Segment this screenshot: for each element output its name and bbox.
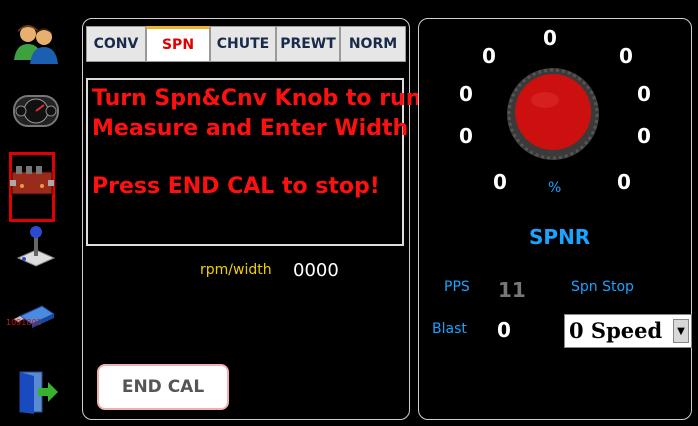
instruction-line-2: Measure and Enter Width [92, 116, 409, 141]
exit-door-icon[interactable] [12, 368, 60, 416]
chevron-down-icon[interactable]: ▼ [673, 319, 689, 343]
tab-spn[interactable]: SPN [146, 26, 210, 62]
blast-label: Blast [432, 321, 467, 337]
dial-mark-9: 0 [617, 170, 631, 194]
rpm-width-value: 0000 [293, 260, 339, 281]
rpm-width-label: rpm/width [200, 262, 272, 278]
valve-block-icon[interactable] [8, 158, 56, 206]
blast-value: 0 [497, 318, 511, 342]
dial-mark-8: 0 [493, 170, 507, 194]
dial-mark-5: 0 [637, 82, 651, 106]
dial-mark-1: 0 [482, 44, 496, 68]
pps-value: 11 [498, 278, 526, 302]
tab-chute[interactable]: CHUTE [210, 26, 276, 62]
tab-bar: CONV SPN CHUTE PREWT NORM [86, 26, 406, 62]
dial-unit: % [548, 180, 562, 196]
tab-norm[interactable]: NORM [340, 26, 406, 62]
speedometer-icon[interactable] [12, 86, 60, 134]
speed-dropdown[interactable]: 0 Speed ▼ [564, 314, 692, 348]
speed-selected-value: 0 Speed [569, 318, 663, 343]
users-icon[interactable] [12, 20, 60, 68]
instruction-line-3: Press END CAL to stop! [92, 174, 380, 199]
instruction-line-1: Turn Spn&Cnv Knob to run [92, 86, 422, 111]
pps-label: PPS [444, 279, 470, 295]
usb-label: 1091802 [6, 318, 42, 327]
spn-stop-label: Spn Stop [571, 279, 634, 295]
joystick-icon[interactable] [12, 222, 60, 270]
dial-mark-3: 0 [619, 44, 633, 68]
tab-conv[interactable]: CONV [86, 26, 146, 62]
dial-mark-4: 0 [459, 82, 473, 106]
dial-mark-6: 0 [459, 124, 473, 148]
end-cal-button[interactable]: END CAL [97, 364, 229, 410]
instruction-box: Turn Spn&Cnv Knob to run Measure and Ent… [86, 78, 421, 246]
dial-mark-2: 0 [543, 26, 557, 50]
dial-mark-7: 0 [637, 124, 651, 148]
spinner-knob[interactable] [505, 66, 601, 162]
spinner-name: SPNR [529, 225, 591, 249]
tab-prewt[interactable]: PREWT [276, 26, 340, 62]
